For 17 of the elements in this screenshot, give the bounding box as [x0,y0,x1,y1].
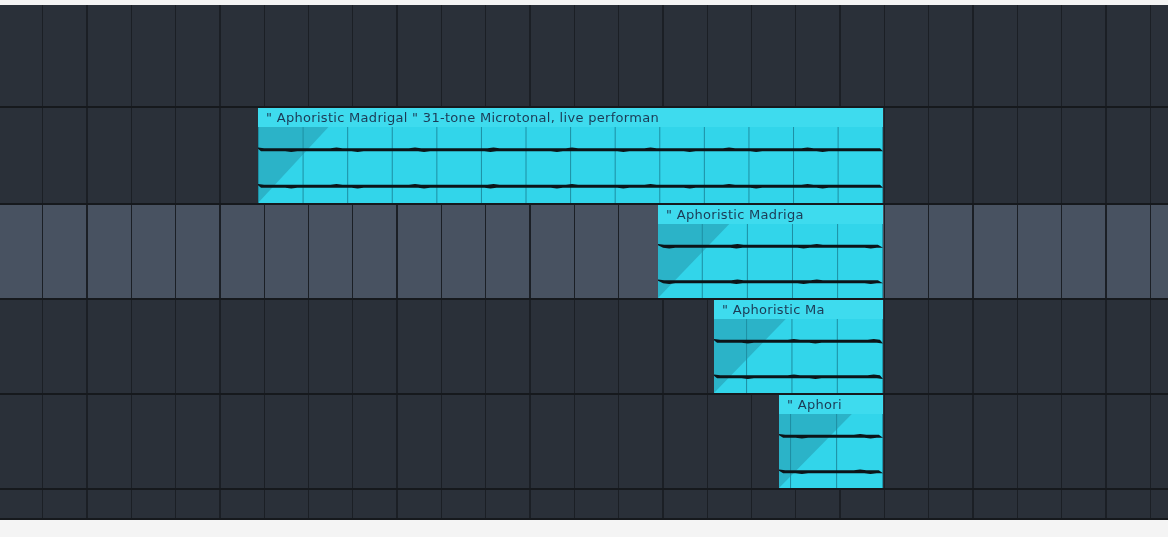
clip-title: " Aphoristic Ma [714,300,883,319]
track-lane[interactable]: " Aphoristic Madrigal " 31-tone Microtonal, live performan [0,108,1168,205]
clip-title: " Aphoristic Madrigal " 31-tone Microtonal, live performan [258,108,883,127]
fade-in-drawing[interactable] [658,224,730,298]
track-lane[interactable]: " Aphoristic Madriga [0,205,1168,300]
track-lane[interactable]: " Aphoristic Ma [0,300,1168,395]
fade-in-drawing[interactable] [714,319,786,393]
clip-title: " Aphoristic Madriga [658,205,883,224]
track-lane[interactable] [0,5,1168,108]
audio-clip[interactable]: " Aphoristic Madriga [658,205,883,298]
audio-clip[interactable]: " Aphoristic Madrigal " 31-tone Microtonal, live performan [258,108,883,203]
track-lane[interactable] [0,490,1168,520]
audio-clip[interactable]: " Aphori [779,395,883,488]
clip-title: " Aphori [779,395,883,414]
audio-clip[interactable]: " Aphoristic Ma [714,300,883,393]
fade-in-drawing[interactable] [779,414,852,488]
track-lane[interactable]: " Aphori [0,395,1168,490]
